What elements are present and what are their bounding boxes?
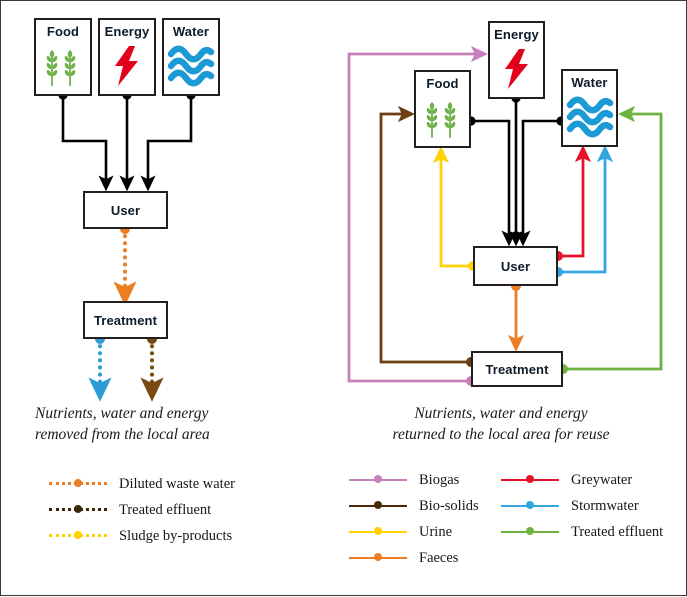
legend-label-bio-solids: Bio-solids — [419, 497, 479, 514]
legend-item-faeces[interactable]: Faeces — [349, 545, 479, 571]
right-flow-food-to-user — [466, 116, 517, 247]
left-node-water-label: Water — [172, 24, 210, 39]
legend-swatch-faeces — [349, 551, 407, 565]
left-caption-line2: removed from the local area — [35, 426, 210, 444]
legend-item-treated-effluent[interactable]: Treated effluent — [501, 519, 663, 545]
right-node-energy[interactable]: Energy — [488, 21, 545, 99]
figure-frame: Food Energy Water User Treatment Nutrien… — [0, 0, 687, 596]
legend-item-urine[interactable]: Urine — [349, 519, 479, 545]
left-node-water[interactable]: Water — [162, 18, 220, 96]
right-flow-greywater — [553, 145, 592, 261]
legend-item-greywater[interactable]: Greywater — [501, 467, 663, 493]
legend-label-urine: Urine — [419, 523, 453, 540]
left-legend: Diluted waste water Treated effluent Slu… — [49, 471, 235, 549]
legend-item-diluted-waste-water[interactable]: Diluted waste water — [49, 471, 235, 497]
legend-swatch-dotted-brown — [49, 503, 107, 517]
left-flow-food-to-user — [58, 90, 114, 192]
right-node-water[interactable]: Water — [561, 69, 618, 147]
right-node-treatment[interactable]: Treatment — [471, 351, 563, 387]
right-flow-faeces — [507, 281, 525, 352]
legend-label-diluted-waste-water: Diluted waste water — [119, 475, 235, 492]
left-caption-line1: Nutrients, water and energy — [35, 405, 209, 422]
lightning-bolt-icon — [100, 38, 154, 94]
left-flow-water-to-user — [140, 90, 196, 192]
right-legend-column-1: Biogas Bio-solids Urine Faeces — [349, 467, 479, 571]
legend-item-treated-effluent-left[interactable]: Treated effluent — [49, 497, 235, 523]
legend-label-treated-effluent-left: Treated effluent — [119, 501, 212, 518]
legend-swatch-stormwater — [501, 499, 559, 513]
legend-label-treated-effluent: Treated effluent — [571, 523, 664, 540]
left-node-food[interactable]: Food — [34, 18, 92, 96]
right-node-food[interactable]: Food — [414, 70, 471, 148]
legend-item-sludge-by-products[interactable]: Sludge by-products — [49, 523, 235, 549]
waves-icon — [563, 89, 616, 145]
right-flow-bio-solids — [379, 105, 476, 367]
legend-swatch-biogas — [349, 473, 407, 487]
right-caption: Nutrients, water and energy returned to … — [321, 403, 681, 446]
right-node-food-label: Food — [426, 76, 459, 91]
left-caption: Nutrients, water and energy removed from… — [35, 403, 285, 446]
legend-swatch-urine — [349, 525, 407, 539]
right-node-user[interactable]: User — [473, 246, 558, 286]
left-flow-sludge-out — [140, 334, 164, 402]
legend-swatch-dotted-yellow — [49, 529, 107, 543]
wheat-icon — [416, 90, 469, 146]
waves-icon — [164, 38, 218, 94]
legend-label-stormwater: Stormwater — [571, 497, 639, 514]
right-diagram-panel: Food Energy Water User Treatment Nutrien… — [301, 1, 687, 597]
lightning-bolt-icon — [490, 41, 543, 97]
wheat-icon — [36, 38, 90, 94]
legend-item-biogas[interactable]: Biogas — [349, 467, 479, 493]
left-node-energy-label: Energy — [104, 24, 150, 39]
legend-label-biogas: Biogas — [419, 471, 460, 488]
left-diagram-panel: Food Energy Water User Treatment Nutrien… — [1, 1, 301, 597]
left-node-treatment[interactable]: Treatment — [83, 301, 168, 339]
right-node-energy-label: Energy — [494, 27, 539, 42]
left-flow-treated-effluent-out — [88, 334, 112, 402]
left-node-user[interactable]: User — [83, 191, 168, 229]
left-flow-diluted-waste-water — [113, 224, 137, 306]
left-node-user-label: User — [110, 202, 141, 218]
right-node-user-label: User — [500, 258, 531, 274]
legend-label-sludge-by-products: Sludge by-products — [119, 527, 233, 544]
legend-label-greywater: Greywater — [571, 471, 633, 488]
left-flow-energy-to-user — [119, 90, 135, 192]
legend-item-stormwater[interactable]: Stormwater — [501, 493, 663, 519]
right-flow-water-to-user — [515, 116, 566, 247]
right-flow-energy-to-user — [508, 93, 524, 247]
right-node-treatment-label: Treatment — [485, 361, 549, 377]
legend-swatch-bio-solids — [349, 499, 407, 513]
left-node-treatment-label: Treatment — [93, 312, 158, 328]
right-caption-line2: returned to the local area for reuse — [392, 426, 610, 444]
legend-swatch-treated-effluent — [501, 525, 559, 539]
legend-swatch-greywater — [501, 473, 559, 487]
right-legend-column-2: Greywater Stormwater Treated effluent — [501, 467, 663, 545]
left-node-energy[interactable]: Energy — [98, 18, 156, 96]
right-flow-treated-effluent — [558, 105, 663, 374]
legend-item-bio-solids[interactable]: Bio-solids — [349, 493, 479, 519]
right-caption-line1: Nutrients, water and energy — [414, 405, 588, 422]
legend-swatch-dotted-orange — [49, 477, 107, 491]
legend-label-faeces: Faeces — [419, 549, 459, 566]
left-node-food-label: Food — [46, 24, 80, 39]
right-node-water-label: Water — [571, 75, 608, 90]
